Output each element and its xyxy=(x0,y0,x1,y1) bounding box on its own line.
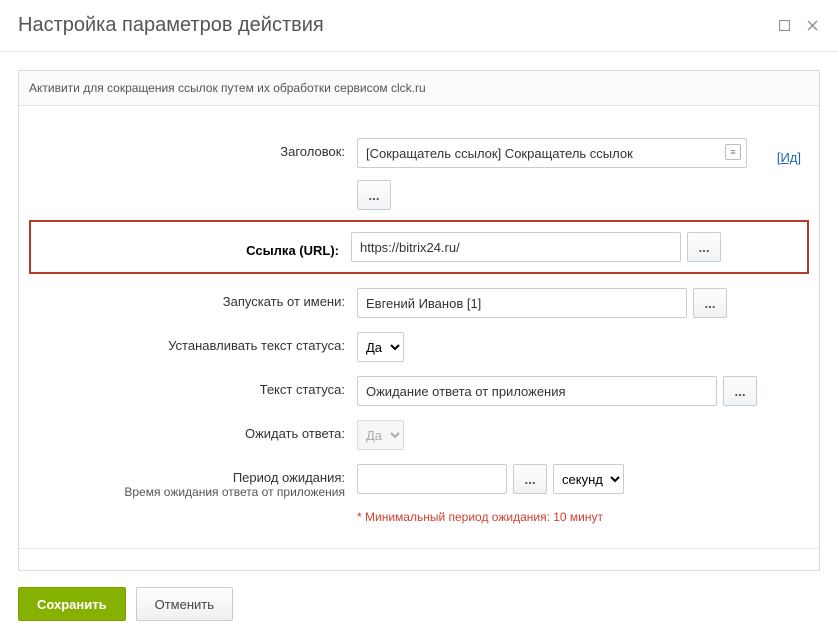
label-status-text: Текст статуса: xyxy=(37,376,357,397)
wait-period-unit-select[interactable]: секунд xyxy=(553,464,624,494)
status-text-more-button[interactable]: ... xyxy=(723,376,757,406)
window-controls xyxy=(776,18,820,34)
footer: Сохранить Отменить xyxy=(18,571,820,621)
label-wait-period: Период ожидания: xyxy=(37,470,345,485)
row-url-highlight: Ссылка (URL): ... xyxy=(29,220,809,274)
row-title: Заголовок: ≡ ... xyxy=(37,138,801,210)
status-text-input[interactable] xyxy=(357,376,717,406)
dialog-body: Активити для сокращения ссылок путем их … xyxy=(0,52,838,639)
wait-response-select: Да xyxy=(357,420,404,450)
maximize-icon[interactable] xyxy=(776,18,792,34)
field-chooser-icon[interactable]: ≡ xyxy=(725,144,741,160)
label-title: Заголовок: xyxy=(37,138,357,159)
wait-period-warning: * Минимальный период ожидания: 10 минут xyxy=(357,510,603,524)
label-wait-period-sub: Время ожидания ответа от приложения xyxy=(37,485,345,499)
set-status-select[interactable]: Да xyxy=(357,332,404,362)
close-icon[interactable] xyxy=(804,18,820,34)
label-wait-response: Ожидать ответа: xyxy=(37,420,357,441)
save-button[interactable]: Сохранить xyxy=(18,587,126,621)
title-input[interactable] xyxy=(357,138,747,168)
panel-description: Активити для сокращения ссылок путем их … xyxy=(19,71,819,106)
title-more-button[interactable]: ... xyxy=(357,180,391,210)
dialog-window: Настройка параметров действия Активити д… xyxy=(0,0,838,639)
url-input[interactable] xyxy=(351,232,681,262)
separator xyxy=(19,548,819,549)
label-run-as: Запускать от имени: xyxy=(37,288,357,309)
url-more-button[interactable]: ... xyxy=(687,232,721,262)
row-status-text: Текст статуса: ... xyxy=(37,376,801,406)
row-set-status: Устанавливать текст статуса: Да xyxy=(37,332,801,362)
titlebar: Настройка параметров действия xyxy=(0,0,838,52)
wait-period-input[interactable] xyxy=(357,464,507,494)
id-link-wrap: [Ид] xyxy=(777,150,801,165)
label-url: Ссылка (URL): xyxy=(39,237,351,258)
run-as-input[interactable] xyxy=(357,288,687,318)
form-area: [Ид] Заголовок: ≡ ... Ссылка (U xyxy=(19,106,819,569)
form-panel: Активити для сокращения ссылок путем их … xyxy=(18,70,820,571)
run-as-more-button[interactable]: ... xyxy=(693,288,727,318)
row-wait-response: Ожидать ответа: Да xyxy=(37,420,801,450)
cancel-button[interactable]: Отменить xyxy=(136,587,233,621)
window-title: Настройка параметров действия xyxy=(18,14,324,37)
wait-period-more-button[interactable]: ... xyxy=(513,464,547,494)
row-run-as: Запускать от имени: ... xyxy=(37,288,801,318)
label-set-status: Устанавливать текст статуса: xyxy=(37,332,357,353)
id-link[interactable]: Ид xyxy=(780,150,797,165)
row-wait-period: Период ожидания: Время ожидания ответа о… xyxy=(37,464,801,524)
